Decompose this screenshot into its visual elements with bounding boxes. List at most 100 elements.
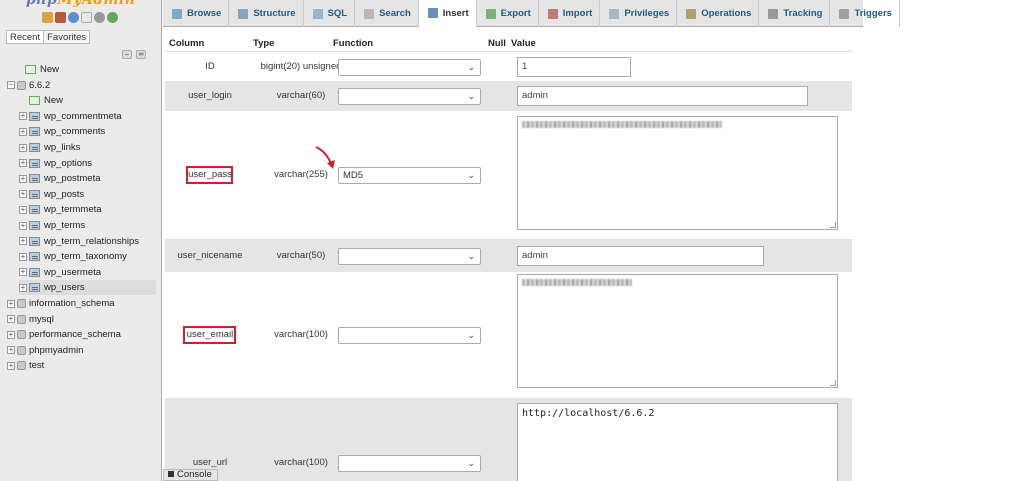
console-button[interactable]: Console bbox=[163, 469, 218, 481]
expand-icon[interactable]: + bbox=[19, 174, 27, 183]
triggers-icon bbox=[839, 8, 850, 19]
home-icon[interactable] bbox=[42, 12, 53, 23]
table-icon bbox=[29, 252, 40, 262]
value-input[interactable]: admin bbox=[517, 86, 808, 106]
sidebar-item-label: performance_schema bbox=[29, 329, 121, 341]
value-textarea[interactable] bbox=[517, 274, 838, 388]
expand-icon[interactable]: + bbox=[19, 237, 27, 246]
sidebar-item-6-6-2[interactable]: − 6.6.2 bbox=[7, 78, 50, 93]
tab-triggers[interactable]: Triggers bbox=[830, 0, 900, 27]
function-select[interactable]: ⌄ bbox=[338, 58, 481, 76]
resize-handle-icon[interactable] bbox=[830, 222, 836, 228]
operations-icon bbox=[686, 8, 697, 19]
function-select[interactable]: ⌄ bbox=[338, 327, 481, 344]
sidebar-item-wp-posts[interactable]: + wp_posts bbox=[19, 187, 84, 202]
sidebar-item-wp-terms[interactable]: + wp_terms bbox=[19, 218, 85, 233]
expand-icon[interactable]: + bbox=[19, 283, 27, 292]
sidebar-item-wp-links[interactable]: + wp_links bbox=[19, 140, 80, 155]
sidebar-item-wp-term-relationships[interactable]: + wp_term_relationships bbox=[19, 234, 139, 249]
expand-icon[interactable]: + bbox=[19, 205, 27, 214]
sidebar-item-wp-postmeta[interactable]: + wp_postmeta bbox=[19, 171, 101, 186]
reload-icon[interactable] bbox=[107, 12, 118, 23]
expand-icon[interactable]: + bbox=[19, 112, 27, 121]
expand-icon[interactable]: + bbox=[19, 221, 27, 230]
tab-operations[interactable]: Operations bbox=[677, 0, 760, 27]
value-textarea[interactable]: http://localhost/6.6.2 bbox=[517, 403, 838, 481]
export-icon bbox=[485, 8, 496, 19]
expand-icon[interactable]: + bbox=[19, 190, 27, 199]
red-arrow-annotation bbox=[315, 146, 335, 169]
tab-label: Triggers bbox=[854, 8, 892, 19]
sidebar-item-wp-comments[interactable]: + wp_comments bbox=[19, 124, 105, 139]
logo-text-php: php bbox=[26, 0, 58, 8]
value-input[interactable]: 1 bbox=[517, 56, 631, 77]
redacted-value bbox=[522, 121, 722, 128]
logout-icon[interactable] bbox=[55, 12, 66, 23]
sidebar-item-label: 6.6.2 bbox=[29, 79, 51, 91]
tab-insert[interactable]: Insert bbox=[418, 0, 477, 27]
sidebar-item-new[interactable]: New bbox=[7, 62, 59, 77]
expand-icon[interactable]: + bbox=[19, 159, 27, 168]
sidebar-item-wp-term-taxonomy[interactable]: + wp_term_taxonomy bbox=[19, 249, 127, 264]
settings-icon[interactable] bbox=[94, 12, 105, 23]
table-icon bbox=[29, 111, 40, 121]
sidebar-item-performance-schema[interactable]: + performance_schema bbox=[7, 327, 121, 342]
sidebar-item-mysql[interactable]: + mysql bbox=[7, 312, 54, 327]
sidebar-item-information-schema[interactable]: + information_schema bbox=[7, 296, 115, 311]
sidebar-item-wp-users[interactable]: + wp_users bbox=[19, 280, 156, 296]
sidebar-item-wp-options[interactable]: + wp_options bbox=[19, 156, 92, 171]
expand-icon[interactable]: + bbox=[19, 252, 27, 261]
chevron-down-icon: ⌄ bbox=[467, 91, 475, 101]
resize-handle-icon[interactable] bbox=[830, 380, 836, 386]
link-icon[interactable]: ∞ bbox=[136, 50, 146, 59]
sidebar-item-phpmyadmin[interactable]: + phpmyadmin bbox=[7, 343, 83, 358]
new-icon bbox=[25, 65, 36, 74]
tab-favorites[interactable]: Favorites bbox=[43, 30, 91, 44]
help-icon[interactable] bbox=[68, 12, 79, 23]
expand-icon[interactable]: + bbox=[19, 127, 27, 136]
collapse-icon[interactable]: − bbox=[7, 81, 15, 90]
tab-structure[interactable]: Structure bbox=[229, 0, 304, 27]
function-select[interactable]: ⌄ bbox=[338, 247, 481, 265]
sidebar-item-new[interactable]: New bbox=[19, 93, 63, 108]
new-icon bbox=[29, 96, 40, 106]
structure-icon bbox=[238, 8, 249, 19]
tab-import[interactable]: Import bbox=[539, 0, 601, 27]
database-icon bbox=[17, 345, 26, 355]
function-select[interactable]: MD5 ⌄ bbox=[338, 167, 481, 184]
expand-icon[interactable]: + bbox=[7, 330, 15, 339]
sidebar-item-test[interactable]: + test bbox=[7, 358, 44, 373]
tab-label: SQL bbox=[327, 8, 348, 19]
expand-icon[interactable]: + bbox=[7, 361, 15, 370]
function-select[interactable]: ⌄ bbox=[338, 455, 481, 472]
field-type: varchar(100) bbox=[274, 329, 328, 340]
tab-browse[interactable]: Browse bbox=[163, 0, 230, 27]
highlight-box bbox=[183, 326, 236, 344]
tab-sql[interactable]: SQL bbox=[304, 0, 356, 27]
table-icon bbox=[29, 221, 40, 230]
phpmyadmin-logo[interactable]: phpMyAdmin bbox=[26, 0, 138, 8]
tab-search[interactable]: Search bbox=[355, 0, 419, 27]
field-row-user-url: user_url varchar(100) ⌄ http://localhost/6.… bbox=[165, 398, 852, 481]
value-textarea[interactable] bbox=[517, 116, 838, 230]
sidebar-item-wp-termmeta[interactable]: + wp_termmeta bbox=[19, 202, 102, 217]
sidebar-item-wp-usermeta[interactable]: + wp_usermeta bbox=[19, 265, 101, 280]
expand-icon[interactable]: + bbox=[7, 299, 15, 308]
function-select[interactable]: ⌄ bbox=[338, 88, 481, 105]
expand-icon[interactable]: + bbox=[19, 268, 27, 277]
sidebar-item-wp-commentmeta[interactable]: + wp_commentmeta bbox=[19, 109, 122, 124]
tab-privileges[interactable]: Privileges bbox=[600, 0, 678, 27]
collapse-all-icon[interactable]: – bbox=[122, 50, 132, 59]
docs-icon[interactable] bbox=[81, 12, 92, 23]
field-type: varchar(100) bbox=[274, 457, 328, 468]
expand-icon[interactable]: + bbox=[19, 143, 27, 152]
tab-tracking[interactable]: Tracking bbox=[759, 0, 831, 27]
value-input[interactable]: admin bbox=[517, 245, 764, 266]
expand-icon[interactable]: + bbox=[7, 346, 15, 355]
sidebar-item-label: wp_comments bbox=[44, 126, 106, 138]
database-icon bbox=[17, 299, 26, 308]
tab-recent[interactable]: Recent bbox=[6, 30, 45, 44]
expand-icon[interactable]: + bbox=[7, 315, 15, 324]
tab-export[interactable]: Export bbox=[477, 0, 539, 27]
table-icon bbox=[29, 236, 40, 246]
